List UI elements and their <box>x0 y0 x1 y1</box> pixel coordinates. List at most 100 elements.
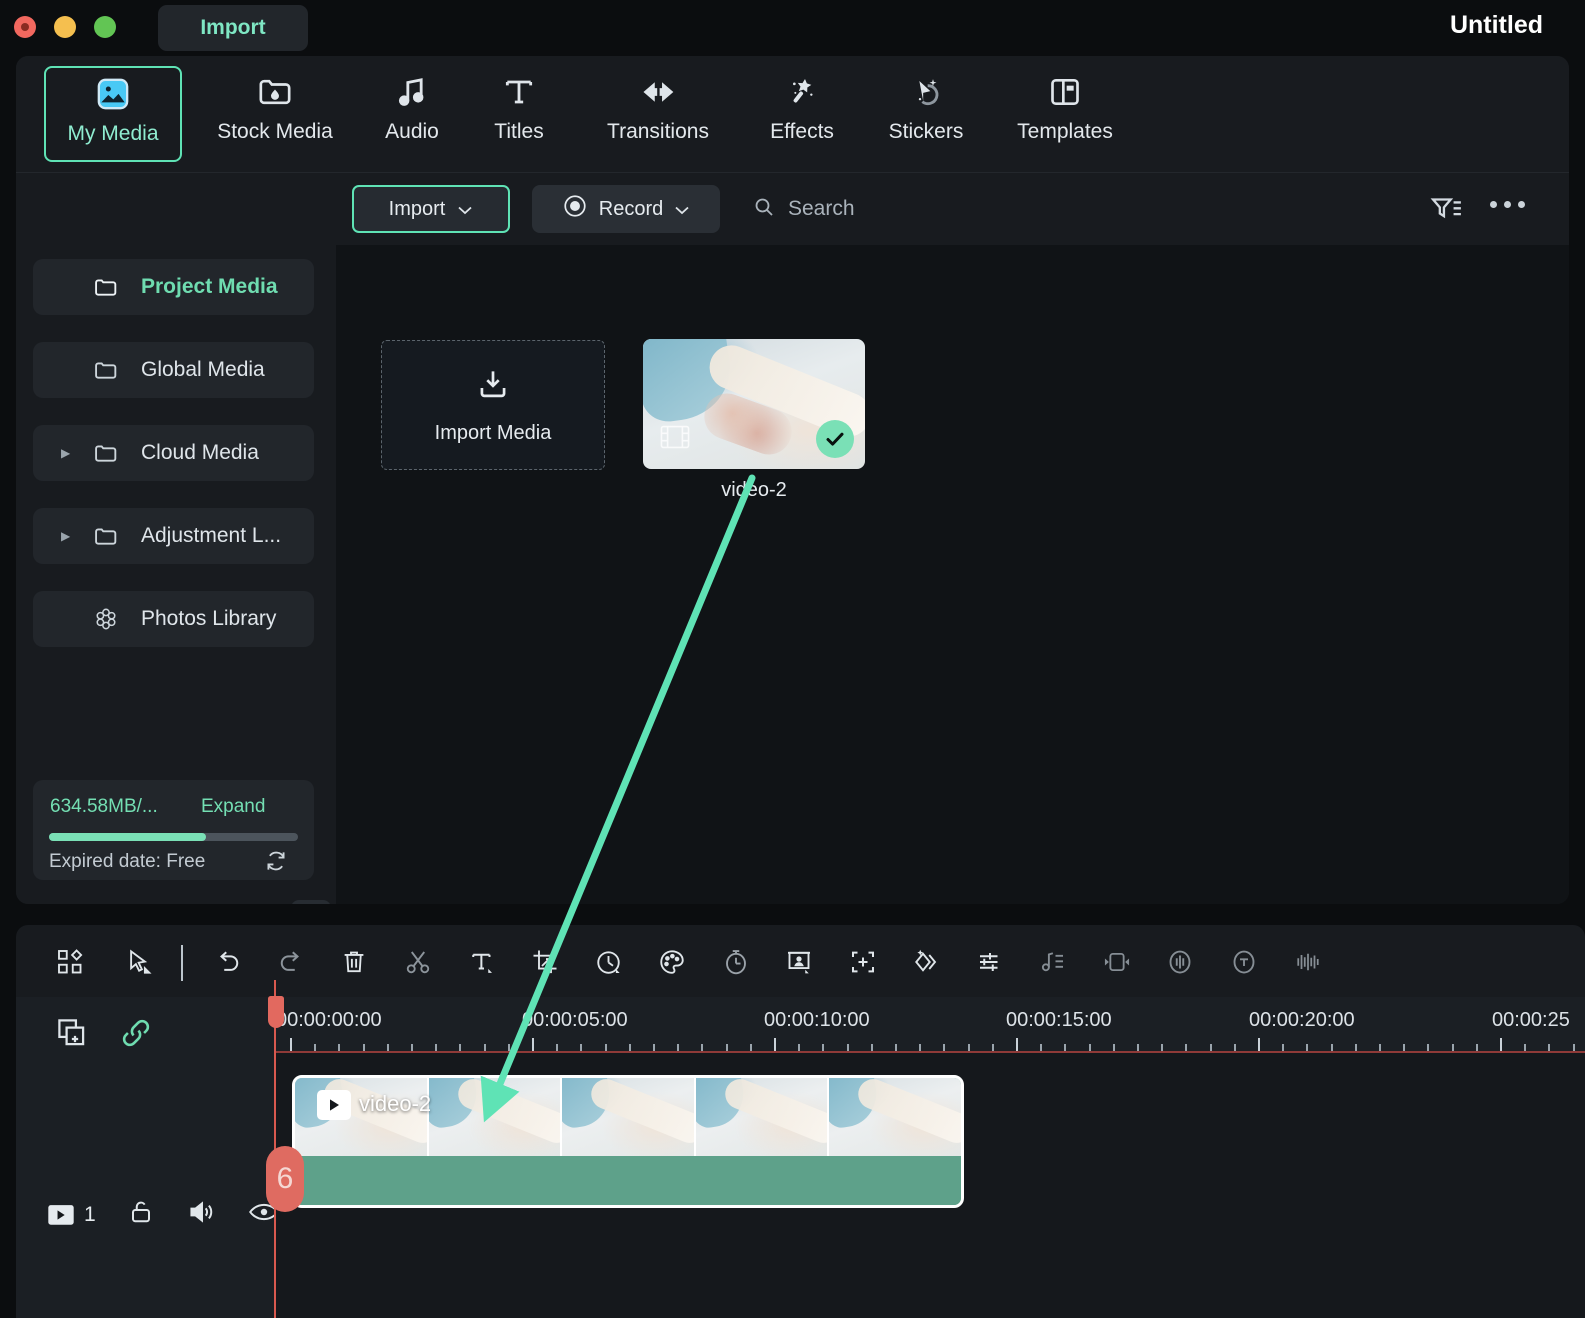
media-item-video-2[interactable]: video-2 <box>643 339 865 501</box>
timeline-clip-video-2[interactable]: video-2 <box>292 1075 964 1208</box>
record-circle-icon <box>562 193 588 225</box>
folder-icon <box>89 273 123 301</box>
track-controls: 1 <box>46 1197 280 1232</box>
delete-trash-icon[interactable] <box>332 942 376 982</box>
import-button[interactable]: Import <box>352 185 510 233</box>
storage-progress-fill <box>49 833 206 841</box>
speed-icon[interactable] <box>587 942 631 982</box>
media-content-area: Import Media video-2 <box>336 245 1569 904</box>
tab-titles[interactable]: Titles <box>471 66 567 162</box>
stock-folder-icon <box>255 66 295 118</box>
storage-expand-link[interactable]: Expand <box>201 796 265 818</box>
select-arrow-icon[interactable] <box>116 942 160 982</box>
link-icon[interactable] <box>118 1015 154 1056</box>
crop-icon[interactable] <box>523 942 567 982</box>
clip-frame <box>428 1078 563 1156</box>
timeline-ruler[interactable]: 00:00:00:00 00:00:05:00 00:00:10:00 00:0… <box>274 997 1585 1053</box>
tab-templates[interactable]: Templates <box>994 66 1136 162</box>
fit-frame-icon[interactable] <box>1095 942 1139 982</box>
chevron-right-icon[interactable]: ▶ <box>61 529 83 543</box>
keyframe-icon[interactable] <box>904 942 948 982</box>
speaker-icon[interactable] <box>186 1197 218 1232</box>
sidebar: Project Media Global Media ▶ Cloud Media… <box>16 245 336 904</box>
refresh-icon[interactable] <box>263 848 289 879</box>
tab-label: Effects <box>770 120 834 143</box>
tab-label: Audio <box>385 120 439 143</box>
nav-tab-bar: My Media Stock Media Audio Titles Transi… <box>16 56 1569 173</box>
media-thumbnail <box>643 339 865 469</box>
sidebar-item-adjustment-layer[interactable]: ▶ Adjustment L... <box>33 508 314 564</box>
unlock-icon[interactable] <box>126 1197 156 1232</box>
record-button-label: Record <box>598 197 664 220</box>
text-tool-icon[interactable] <box>460 942 504 982</box>
maximize-window-button[interactable] <box>94 16 116 38</box>
sidebar-item-label: Cloud Media <box>141 441 259 464</box>
title-bar: Import Untitled <box>0 0 1585 56</box>
import-menu-button[interactable]: Import <box>158 5 308 51</box>
tab-effects[interactable]: Effects <box>746 66 858 162</box>
project-title: Untitled <box>1449 11 1543 39</box>
ruler-tick <box>532 1038 534 1052</box>
color-palette-icon[interactable] <box>650 942 694 982</box>
import-media-label: Import Media <box>434 422 552 444</box>
ruler-ticks <box>274 1038 1585 1052</box>
sidebar-item-project-media[interactable]: Project Media <box>33 259 314 315</box>
sidebar-item-global-media[interactable]: Global Media <box>33 342 314 398</box>
sidebar-item-photos-library[interactable]: Photos Library <box>33 591 314 647</box>
clip-frame <box>829 1078 961 1156</box>
clip-frame <box>562 1078 696 1156</box>
play-icon <box>317 1090 351 1120</box>
tab-my-media[interactable]: My Media <box>44 66 182 162</box>
playhead-handle[interactable] <box>268 996 284 1028</box>
storage-expiry-label: Expired date: Free <box>49 851 206 872</box>
text-to-speech-icon[interactable] <box>1222 942 1266 982</box>
audio-denoise-icon[interactable] <box>1158 942 1202 982</box>
ruler-tick <box>1500 1038 1502 1052</box>
add-marker-icon[interactable] <box>841 942 885 982</box>
ruler-timecode: 00:00:05:00 <box>522 1009 628 1031</box>
track-play-indicator[interactable]: 1 <box>46 1202 96 1228</box>
tab-transitions[interactable]: Transitions <box>578 66 738 162</box>
folder-icon <box>89 439 123 467</box>
waveform-icon[interactable] <box>1285 942 1329 982</box>
record-button[interactable]: Record <box>532 185 720 233</box>
tab-stickers[interactable]: Stickers <box>864 66 988 162</box>
adjust-sliders-icon[interactable] <box>968 942 1012 982</box>
download-icon <box>474 365 512 408</box>
folder-icon <box>89 522 123 550</box>
audio-detach-icon[interactable] <box>1031 942 1075 982</box>
redo-icon[interactable] <box>269 942 313 982</box>
search-icon <box>752 195 776 224</box>
check-icon[interactable] <box>816 420 854 458</box>
chevron-right-icon[interactable]: ▶ <box>61 446 83 460</box>
tab-audio[interactable]: Audio <box>364 66 460 162</box>
ruler-timecode: 00:00:15:00 <box>1006 1009 1112 1031</box>
split-scissors-icon[interactable] <box>396 942 440 982</box>
text-t-icon <box>499 66 539 118</box>
music-note-icon <box>392 66 432 118</box>
photos-library-icon <box>89 605 123 633</box>
track-number: 1 <box>84 1202 96 1226</box>
playhead-badge: 6 <box>266 1146 304 1212</box>
filter-icon[interactable] <box>1428 191 1466 232</box>
undo-icon[interactable] <box>206 942 250 982</box>
search-input[interactable]: Search <box>752 193 855 225</box>
sidebar-item-cloud-media[interactable]: ▶ Cloud Media <box>33 425 314 481</box>
grid-shapes-icon[interactable] <box>48 942 92 982</box>
timeline-toolbar <box>16 925 1585 997</box>
more-options-icon[interactable] <box>1490 201 1525 208</box>
collapse-sidebar-button[interactable] <box>291 900 331 904</box>
sidebar-item-label: Adjustment L... <box>141 524 282 547</box>
tab-stock-media[interactable]: Stock Media <box>196 66 354 162</box>
mask-portrait-icon[interactable] <box>777 942 821 982</box>
import-button-label: Import <box>388 197 446 220</box>
ruler-timecode: 00:00:20:00 <box>1249 1009 1355 1031</box>
ruler-timecode: 00:00:10:00 <box>764 1009 870 1031</box>
stopwatch-icon[interactable] <box>714 942 758 982</box>
storage-card: 634.58MB/... Expand Expired date: Free <box>33 780 314 880</box>
minimize-window-button[interactable] <box>54 16 76 38</box>
add-track-icon[interactable] <box>54 1015 90 1056</box>
close-window-button[interactable] <box>14 16 36 38</box>
import-media-dropzone[interactable]: Import Media <box>381 340 605 470</box>
ruler-timecode: 00:00:25 <box>1492 1009 1570 1031</box>
